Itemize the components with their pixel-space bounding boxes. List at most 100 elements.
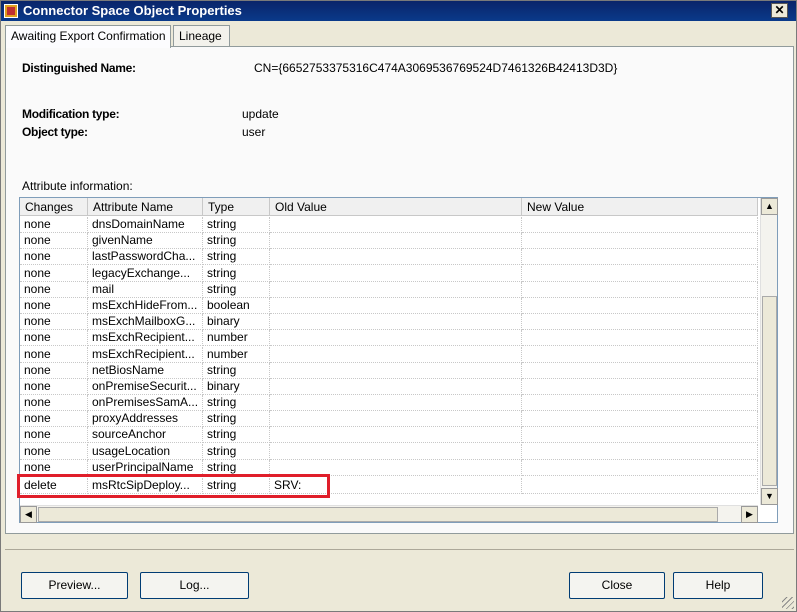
cell-attribute-name: givenName <box>88 233 203 250</box>
cell-changes: none <box>20 330 88 347</box>
horizontal-scrollbar[interactable]: ◀ ▶ <box>20 505 758 523</box>
attribute-rows: none dnsDomainName string none givenName stri… <box>20 217 758 494</box>
cell-old-value <box>270 378 522 395</box>
cell-old-value <box>270 297 522 314</box>
object-type-label: Object type: <box>22 125 88 139</box>
cell-type: string <box>203 411 270 428</box>
cell-old-value <box>270 362 522 379</box>
log-button[interactable]: Log... <box>140 572 249 599</box>
cell-type: string <box>203 281 270 298</box>
cell-attribute-name: onPremiseSecurit... <box>88 378 203 395</box>
cell-old-value <box>270 233 522 250</box>
table-row[interactable]: none msExchHideFrom... boolean <box>20 297 758 314</box>
cell-type: string <box>203 443 270 460</box>
column-header-attribute-name[interactable]: Attribute Name <box>88 198 203 216</box>
table-row[interactable]: none netBiosName string <box>20 362 758 379</box>
horizontal-scroll-thumb[interactable] <box>38 507 718 522</box>
preview-button[interactable]: Preview... <box>21 572 128 599</box>
table-row[interactable]: none msExchMailboxG... binary <box>20 314 758 331</box>
cell-attribute-name: msExchRecipient... <box>88 346 203 363</box>
scroll-right-button[interactable]: ▶ <box>741 506 758 523</box>
properties-window: Connector Space Object Properties ✕ Awai… <box>0 0 797 612</box>
table-row[interactable]: none msExchRecipient... number <box>20 346 758 363</box>
table-row[interactable]: none onPremisesSamA... string <box>20 395 758 412</box>
cell-new-value <box>522 411 758 428</box>
table-row[interactable]: none proxyAddresses string <box>20 411 758 428</box>
cell-new-value <box>522 297 758 314</box>
column-header-changes[interactable]: Changes <box>20 198 88 216</box>
cell-old-value <box>270 395 522 412</box>
cell-new-value <box>522 443 758 460</box>
cell-old-value <box>270 459 522 476</box>
cell-new-value <box>522 378 758 395</box>
table-row[interactable]: none msExchRecipient... number <box>20 330 758 347</box>
scroll-up-button[interactable]: ▲ <box>761 198 778 215</box>
close-window-button[interactable]: ✕ <box>771 3 788 18</box>
cell-type: binary <box>203 314 270 331</box>
column-header-new-value[interactable]: New Value <box>522 198 758 216</box>
cell-old-value <box>270 427 522 444</box>
tab-awaiting-export[interactable]: Awaiting Export Confirmation <box>5 25 171 48</box>
tab-panel: Distinguished Name: CN={6652753375316C47… <box>5 46 794 534</box>
vertical-scrollbar[interactable]: ▲ ▼ <box>760 198 778 505</box>
cell-new-value <box>522 281 758 298</box>
cell-attribute-name: usageLocation <box>88 443 203 460</box>
help-button[interactable]: Help <box>673 572 763 599</box>
cell-new-value <box>522 265 758 282</box>
cell-changes: none <box>20 346 88 363</box>
cell-attribute-name: dnsDomainName <box>88 217 203 233</box>
modification-type-value: update <box>242 107 279 121</box>
cell-attribute-name: msExchHideFrom... <box>88 297 203 314</box>
table-row[interactable]: none mail string <box>20 281 758 298</box>
cell-attribute-name: proxyAddresses <box>88 411 203 428</box>
cell-old-value <box>270 281 522 298</box>
window-title: Connector Space Object Properties <box>23 3 242 18</box>
cell-type: string <box>203 217 270 233</box>
cell-type: number <box>203 330 270 347</box>
table-row[interactable]: none onPremiseSecurit... binary <box>20 378 758 395</box>
cell-new-value <box>522 478 758 494</box>
scroll-left-button[interactable]: ◀ <box>20 506 37 523</box>
close-button[interactable]: Close <box>569 572 665 599</box>
cell-old-value <box>270 217 522 233</box>
cell-attribute-name: userPrincipalName <box>88 459 203 476</box>
cell-changes: none <box>20 362 88 379</box>
cell-type: binary <box>203 378 270 395</box>
vertical-scroll-thumb[interactable] <box>762 296 777 486</box>
tab-lineage[interactable]: Lineage <box>173 25 230 47</box>
cell-changes: none <box>20 427 88 444</box>
modification-type-label: Modification type: <box>22 107 120 121</box>
table-row[interactable]: none legacyExchange... string <box>20 265 758 282</box>
cell-new-value <box>522 233 758 250</box>
cell-changes: none <box>20 411 88 428</box>
cell-changes: none <box>20 395 88 412</box>
table-row[interactable]: none sourceAnchor string <box>20 427 758 444</box>
cell-type: string <box>203 478 270 494</box>
cell-old-value <box>270 265 522 282</box>
column-header-old-value[interactable]: Old Value <box>270 198 522 216</box>
cell-changes: none <box>20 217 88 233</box>
table-row[interactable]: none lastPasswordCha... string <box>20 249 758 266</box>
attribute-list[interactable]: Changes Attribute Name Type Old Value Ne… <box>19 197 778 523</box>
table-row[interactable]: delete msRtcSipDeploy... string SRV: <box>20 478 758 494</box>
cell-changes: delete <box>20 478 88 494</box>
cell-type: string <box>203 459 270 476</box>
table-row[interactable]: none dnsDomainName string <box>20 217 758 233</box>
attribute-info-label: Attribute information: <box>22 179 133 193</box>
table-row[interactable]: none givenName string <box>20 233 758 250</box>
cell-type: string <box>203 395 270 412</box>
title-bar[interactable]: Connector Space Object Properties ✕ <box>1 1 796 21</box>
scroll-down-button[interactable]: ▼ <box>761 488 778 505</box>
dn-value: CN={6652753375316C474A3069536769524D7461… <box>254 61 618 75</box>
cell-type: string <box>203 233 270 250</box>
cell-old-value <box>270 314 522 331</box>
table-row[interactable]: none usageLocation string <box>20 443 758 460</box>
cell-type: string <box>203 362 270 379</box>
column-header-type[interactable]: Type <box>203 198 270 216</box>
cell-old-value <box>270 330 522 347</box>
cell-new-value <box>522 427 758 444</box>
cell-changes: none <box>20 459 88 476</box>
table-row[interactable]: none userPrincipalName string <box>20 459 758 476</box>
cell-new-value <box>522 217 758 233</box>
resize-grip-icon[interactable] <box>782 597 794 609</box>
